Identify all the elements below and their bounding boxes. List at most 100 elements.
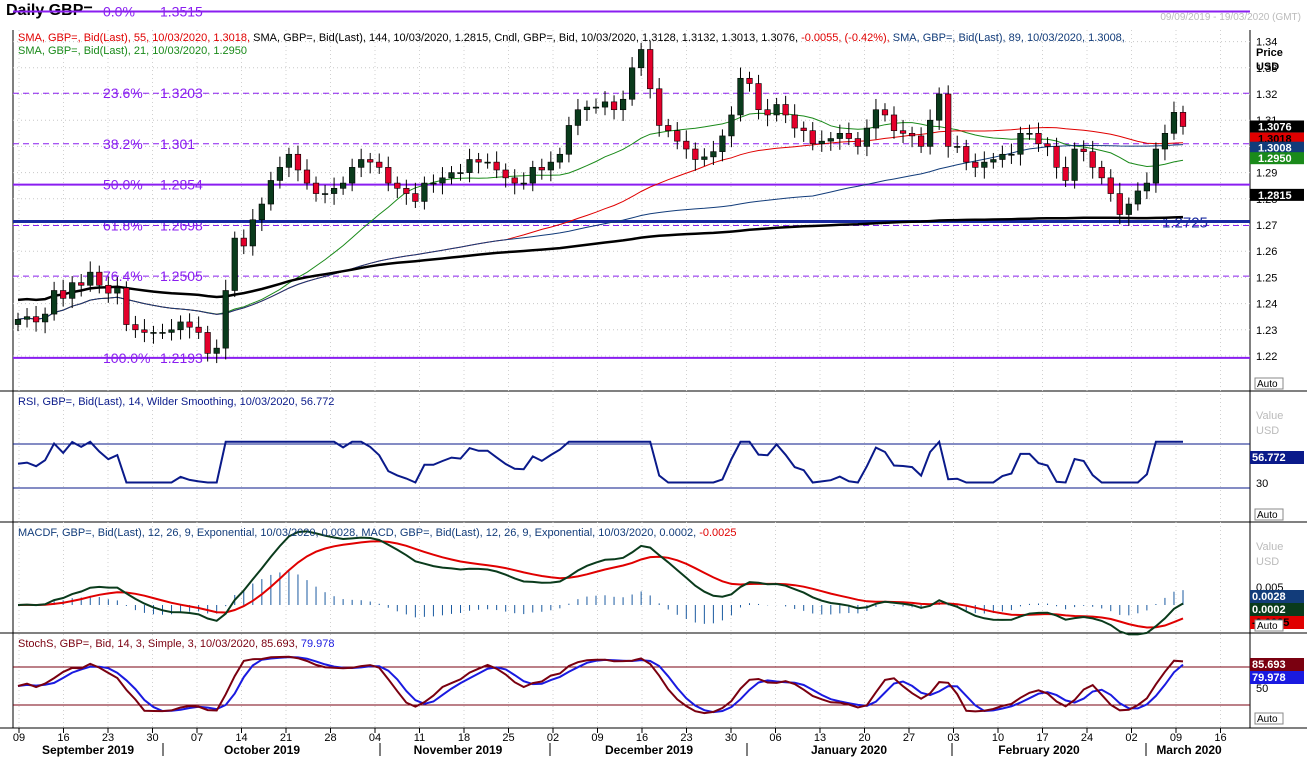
candle-body bbox=[258, 203, 265, 221]
candle-body bbox=[1044, 143, 1051, 147]
price-legend-segment: Cndl, GBP=, Bid, 10/03/2020, 1.3128, 1.3… bbox=[494, 32, 801, 44]
price-tick: 1.32 bbox=[1256, 89, 1277, 101]
candle-body bbox=[1143, 182, 1150, 192]
candle-body bbox=[484, 161, 491, 164]
candle-body bbox=[321, 193, 329, 195]
price-tick: 1.29 bbox=[1256, 168, 1277, 180]
candle-body bbox=[719, 135, 726, 152]
candle-body bbox=[69, 282, 76, 299]
fib-value-label: 1.301 bbox=[160, 136, 195, 152]
x-month-label: February 2020 bbox=[998, 743, 1080, 757]
fib-pct-label: 61.8% bbox=[103, 218, 143, 234]
price-value-tag-label: 1.2950 bbox=[1258, 153, 1292, 165]
price-value-tag-label: 1.2815 bbox=[1258, 190, 1292, 202]
candle-body bbox=[728, 114, 735, 137]
price-tick: 1.24 bbox=[1256, 299, 1277, 311]
candle-body bbox=[1089, 151, 1096, 168]
fib-value-label: 1.3515 bbox=[160, 3, 203, 19]
x-day-label: 25 bbox=[502, 732, 514, 744]
candle-body bbox=[899, 130, 907, 134]
price-legend-line2: SMA, GBP=, Bid(Last), 21, 10/03/2020, 1.… bbox=[18, 45, 247, 57]
fib-pct-label: 0.0% bbox=[103, 3, 135, 19]
macd-value-tag-label: 0.0002 bbox=[1252, 604, 1286, 616]
candle-body bbox=[945, 93, 952, 147]
price-value-tag-label: 1.3076 bbox=[1258, 121, 1292, 133]
candle-body bbox=[330, 188, 338, 194]
x-day-label: 02 bbox=[547, 732, 559, 744]
rsi-legend: RSI, GBP=, Bid(Last), 14, Wilder Smoothi… bbox=[18, 396, 334, 408]
candle-body bbox=[14, 319, 22, 325]
candle-body bbox=[610, 101, 618, 111]
fib-value-label: 1.2854 bbox=[160, 177, 203, 193]
candle-body bbox=[773, 104, 780, 116]
candle-body bbox=[583, 106, 591, 111]
candle-body bbox=[520, 182, 527, 185]
candle-body bbox=[105, 284, 112, 294]
price-tick: 1.22 bbox=[1256, 351, 1277, 363]
x-day-label: 09 bbox=[591, 732, 603, 744]
candle-body bbox=[1026, 133, 1033, 135]
macd-auto-button-label: Auto bbox=[1257, 621, 1278, 632]
x-day-label: 06 bbox=[769, 732, 781, 744]
x-day-label: 07 bbox=[191, 732, 203, 744]
candle-body bbox=[412, 193, 419, 202]
macd-panel bbox=[17, 530, 1184, 636]
candle-body bbox=[908, 133, 916, 137]
candle-body bbox=[213, 347, 220, 354]
candle-body bbox=[502, 169, 509, 179]
rsi-value-tag-label: 56.772 bbox=[1252, 452, 1286, 464]
fib-value-label: 1.2193 bbox=[160, 350, 203, 366]
candle-body bbox=[231, 237, 238, 291]
candle-body bbox=[340, 182, 347, 189]
candle-body bbox=[457, 172, 464, 174]
fib-value-label: 1.2505 bbox=[160, 268, 203, 284]
candle-body bbox=[60, 290, 67, 299]
candle-body bbox=[204, 332, 211, 354]
candle-body bbox=[556, 153, 563, 163]
stoch-panel bbox=[13, 655, 1250, 715]
candle-body bbox=[872, 109, 880, 129]
price-legend-segment: -0.0055, (-0.42%), bbox=[801, 32, 893, 44]
candle-body bbox=[1170, 112, 1178, 134]
price-legend-segment: SMA, GBP=, Bid(Last), 55, 10/03/2020, 1.… bbox=[18, 32, 253, 44]
chart-window: Daily GBP= 09/09/2019 - 19/03/2020 (GMT)… bbox=[0, 0, 1307, 775]
candle-body bbox=[177, 321, 184, 331]
fib-pct-label: 23.6% bbox=[103, 85, 143, 101]
macd-axis-unit: USD bbox=[1256, 556, 1279, 568]
candle-body bbox=[403, 188, 410, 194]
chart-svg[interactable]: 0.0% 1.351523.6% 1.320338.2% 1.30150.0% 1.28… bbox=[0, 0, 1307, 775]
candle-body bbox=[511, 177, 518, 184]
rsi-auto-button-label: Auto bbox=[1257, 510, 1278, 521]
candle-body bbox=[936, 93, 943, 121]
candle-body bbox=[954, 146, 961, 148]
candle-body bbox=[701, 156, 708, 160]
candle-body bbox=[96, 271, 103, 286]
candle-body bbox=[186, 321, 193, 328]
candle-body bbox=[159, 332, 166, 334]
candle-body bbox=[303, 169, 311, 184]
x-day-label: 27 bbox=[903, 732, 915, 744]
candle-body bbox=[475, 159, 482, 163]
stoch-auto-button-label: Auto bbox=[1257, 714, 1278, 725]
candle-body bbox=[647, 49, 654, 90]
candle-body bbox=[990, 159, 997, 163]
price-axis-unit: USD bbox=[1256, 61, 1279, 73]
candle-body bbox=[114, 287, 121, 294]
macd-signal-line bbox=[17, 540, 1184, 629]
candle-body bbox=[439, 177, 446, 184]
candle-body bbox=[927, 119, 934, 147]
candle-body bbox=[285, 153, 293, 168]
candle-body bbox=[294, 153, 302, 171]
candle-body bbox=[836, 133, 843, 139]
candle-body bbox=[674, 130, 681, 142]
candle-body bbox=[493, 161, 500, 171]
x-day-label: 03 bbox=[947, 732, 959, 744]
fib-pct-label: 38.2% bbox=[103, 136, 143, 152]
x-day-label: 02 bbox=[1125, 732, 1137, 744]
price-tick: 1.26 bbox=[1256, 246, 1277, 258]
candle-body bbox=[981, 161, 988, 168]
candle-body bbox=[1152, 148, 1160, 184]
candle-body bbox=[737, 77, 744, 116]
fib-pct-label: 76.4% bbox=[103, 268, 143, 284]
candle-body bbox=[367, 159, 374, 163]
